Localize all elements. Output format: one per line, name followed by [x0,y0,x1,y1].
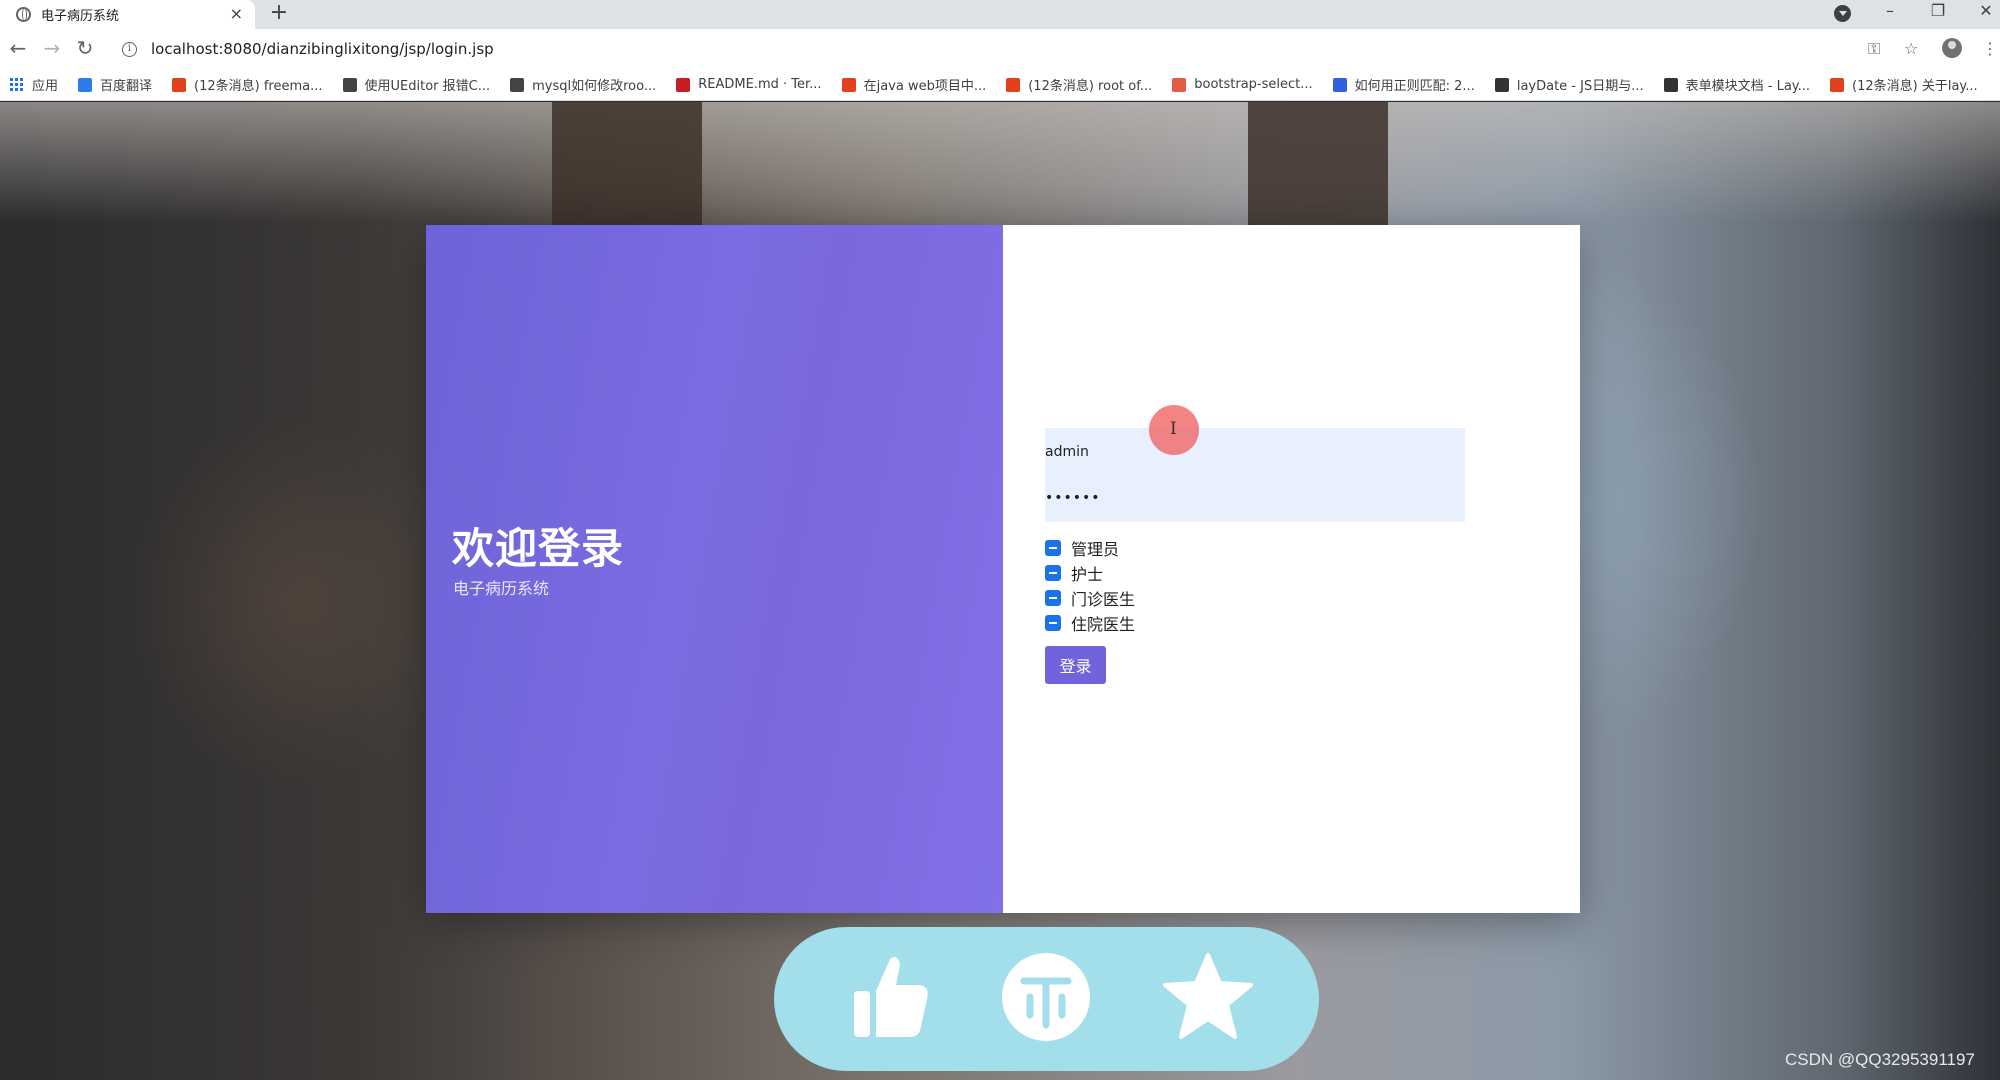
thumbs-up-icon[interactable] [840,947,940,1047]
bookmark-label: (12条消息) root of... [1028,79,1153,94]
star-icon[interactable] [1158,947,1258,1047]
checkbox-icon[interactable] [1045,614,1061,631]
page-background: 欢迎登录 电子病历系统 管理员 护士 门诊医生 [0,102,2000,1080]
tab-title: 电子病历系统 [41,9,120,24]
chatgpt-icon [510,77,525,92]
welcome-panel: 欢迎登录 电子病历系统 [426,225,1003,913]
minimize-button[interactable]: – [1870,0,1910,29]
credential-fields [1045,428,1465,522]
bookmark-item[interactable]: (12条消息) freema... [172,75,323,94]
browser-tab[interactable]: 电子病历系统 × [0,0,255,29]
apps-icon [10,77,24,92]
reload-icon[interactable]: ↻ [73,35,97,61]
bookmark-label: mysql如何修改roo... [532,79,657,94]
csdn-icon [841,77,856,92]
bookmark-item[interactable]: 使用UEditor 报错C... [342,75,491,94]
bookmark-label: bootstrap-select... [1194,77,1313,92]
restore-button[interactable]: ❐ [1918,0,1958,29]
tab-close-button[interactable]: × [230,4,243,23]
username-input[interactable] [1045,434,1465,470]
password-input[interactable] [1045,480,1465,516]
bookmark-item[interactable]: 应用 [10,75,58,94]
browser-toolbar: ← → ↻ i localhost:8080/dianzibinglixiton… [0,29,2000,69]
bookmark-item[interactable]: 表单模块文档 - Lay... [1663,75,1811,94]
role-option-inpatient-doctor[interactable]: 住院医生 [1045,610,1135,635]
csdn-icon [1830,77,1845,92]
login-card: 欢迎登录 电子病历系统 管理员 护士 门诊医生 [426,225,1580,913]
gitee-icon [676,77,691,92]
csdn-watermark: CSDN @QQ3295391197 [1785,1050,1975,1069]
close-window-button[interactable]: ✕ [1966,0,2000,29]
role-label: 门诊医生 [1071,589,1136,609]
address-bar[interactable]: i localhost:8080/dianzibinglixitong/jsp/… [112,34,1982,64]
chatgpt-icon [342,77,357,92]
bookmark-item[interactable]: bootstrap-select... [1172,77,1313,92]
bookmark-item[interactable]: layDate - JS日期与... [1494,75,1644,94]
role-label: 管理员 [1071,539,1120,559]
bookmark-label: 百度翻译 [100,79,153,94]
csdn-icon [1006,77,1021,92]
bookmark-label: (12条消息) 关于lay... [1852,79,1978,94]
url-text[interactable]: localhost:8080/dianzibinglixitong/jsp/lo… [151,40,494,58]
back-icon[interactable]: ← [6,35,30,61]
text-cursor-indicator [1149,405,1199,455]
bookmark-star-icon[interactable]: ☆ [1904,35,1918,63]
csdn-icon [172,77,187,92]
welcome-subtitle: 电子病历系统 [453,579,550,598]
tab-search-icon[interactable] [1834,5,1851,22]
doc-icon [1172,77,1187,92]
profile-avatar-icon[interactable] [1942,38,1962,58]
baidu-icon [1332,77,1347,92]
site-info-icon[interactable]: i [122,41,137,57]
welcome-title: 欢迎登录 [452,524,625,573]
layui-icon [1494,77,1509,92]
role-label: 住院医生 [1071,614,1136,634]
bookmark-item[interactable]: (12条消息) 关于lay... [1830,75,1978,94]
globe-icon [16,7,31,22]
key-icon[interactable]: ⚿ [1868,35,1880,63]
translate-icon [78,77,93,92]
bookmark-label: 在java web项目中... [863,79,987,94]
login-form-panel: 管理员 护士 门诊医生 住院医生 登录 [1003,225,1580,913]
bookmark-label: 应用 [32,79,59,94]
bookmark-label: 表单模块文档 - Lay... [1685,79,1811,94]
bookmark-item[interactable]: mysql如何修改roo... [510,75,656,94]
coin-icon[interactable] [996,947,1096,1047]
bookmark-item[interactable]: 在java web项目中... [841,75,987,94]
role-option-outpatient-doctor[interactable]: 门诊医生 [1045,585,1135,610]
menu-kebab-icon[interactable]: ⋮ [1982,35,1998,63]
role-checkbox-list: 管理员 护士 门诊医生 住院医生 [1045,535,1135,635]
bookmark-item[interactable]: 百度翻译 [78,75,152,94]
bookmark-item[interactable]: README.md · Ter... [676,77,822,92]
bookmark-label: (12条消息) freema... [194,79,323,94]
role-option-admin[interactable]: 管理员 [1045,535,1135,560]
bookmark-label: 如何用正则匹配: 2... [1354,79,1475,94]
checkbox-icon[interactable] [1045,564,1061,581]
role-label: 护士 [1071,564,1104,584]
bookmark-label: 使用UEditor 报错C... [364,79,491,94]
checkbox-icon[interactable] [1045,539,1061,556]
bookmark-item[interactable]: (12条消息) root of... [1006,75,1152,94]
checkbox-icon[interactable] [1045,589,1061,606]
bookmarks-bar: 应用 百度翻译 (12条消息) freema... 使用UEditor 报错C... m… [0,69,2000,101]
forward-icon[interactable]: → [40,35,64,61]
tab-strip: 电子病历系统 × + – ❐ ✕ [0,0,2000,29]
login-button[interactable]: 登录 [1045,646,1106,684]
role-option-nurse[interactable]: 护士 [1045,560,1135,585]
bookmark-label: layDate - JS日期与... [1516,79,1644,94]
social-action-bar [774,927,1319,1071]
new-tab-button[interactable]: + [269,0,289,29]
layui-icon [1663,77,1678,92]
bookmark-item[interactable]: 如何用正则匹配: 2... [1332,75,1475,94]
bookmark-label: README.md · Ter... [698,77,822,92]
